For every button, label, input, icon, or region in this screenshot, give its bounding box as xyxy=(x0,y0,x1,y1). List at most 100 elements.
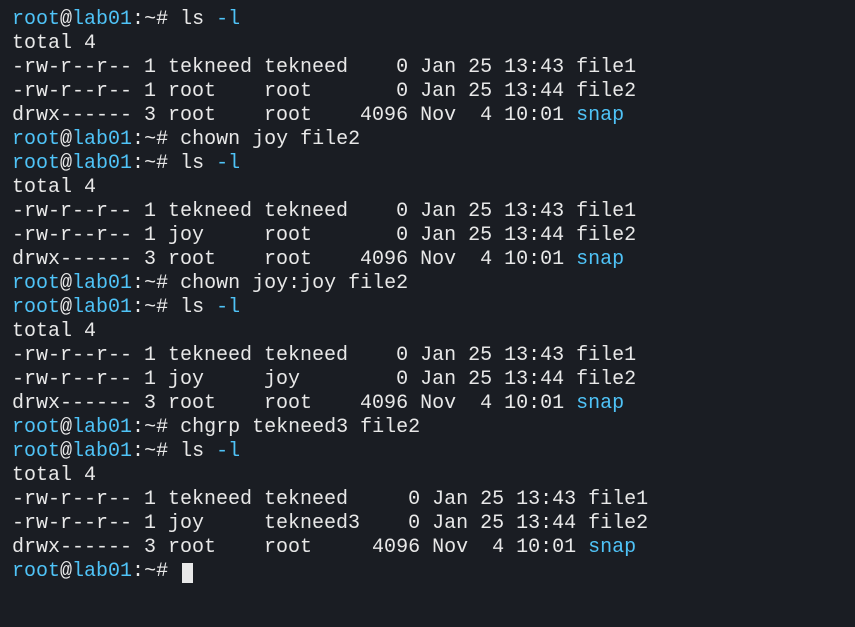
cmd-name: chown xyxy=(180,128,240,151)
prompt-sep: : xyxy=(132,440,144,463)
prompt-path: ~ xyxy=(144,152,156,175)
prompt-user: root xyxy=(12,272,60,295)
prompt-user: root xyxy=(12,440,60,463)
command-line: root@lab01:~# chown joy:joy file2 xyxy=(12,272,843,296)
prompt-at: @ xyxy=(60,128,72,151)
prompt-at: @ xyxy=(60,440,72,463)
file-name-dir: snap xyxy=(576,392,624,415)
file-name: file2 xyxy=(576,368,636,391)
cmd-name: ls xyxy=(180,8,204,31)
prompt-sep: : xyxy=(132,8,144,31)
cmd-args: tekneed3 file2 xyxy=(252,416,420,439)
prompt-symbol: # xyxy=(156,560,168,583)
prompt-sep: : xyxy=(132,272,144,295)
prompt-symbol: # xyxy=(156,416,168,439)
prompt-path: ~ xyxy=(144,128,156,151)
file-name-dir: snap xyxy=(576,104,624,127)
prompt-at: @ xyxy=(60,560,72,583)
total-line: total 4 xyxy=(12,32,843,56)
prompt-host: lab01 xyxy=(72,128,132,151)
cmd-arg-flag: -l xyxy=(216,296,240,319)
prompt-user: root xyxy=(12,128,60,151)
prompt-sep: : xyxy=(132,560,144,583)
cmd-name: chgrp xyxy=(180,416,240,439)
prompt-path: ~ xyxy=(144,296,156,319)
table-row: -rw-r--r-- 1 root root 0 Jan 25 13:44 fi… xyxy=(12,80,843,104)
cmd-name: chown xyxy=(180,272,240,295)
prompt-symbol: # xyxy=(156,272,168,295)
command-line: root@lab01:~# ls -l xyxy=(12,440,843,464)
file-name: file1 xyxy=(576,200,636,223)
prompt-symbol: # xyxy=(156,440,168,463)
total-line: total 4 xyxy=(12,176,843,200)
prompt-host: lab01 xyxy=(72,560,132,583)
file-name-dir: snap xyxy=(576,248,624,271)
file-name: file2 xyxy=(576,224,636,247)
prompt-path: ~ xyxy=(144,560,156,583)
prompt-path: ~ xyxy=(144,272,156,295)
prompt-user: root xyxy=(12,8,60,31)
prompt-path: ~ xyxy=(144,416,156,439)
terminal[interactable]: root@lab01:~# ls -ltotal 4-rw-r--r-- 1 t… xyxy=(12,8,843,584)
prompt-host: lab01 xyxy=(72,152,132,175)
cmd-name: ls xyxy=(180,296,204,319)
file-name: file1 xyxy=(588,488,648,511)
prompt-host: lab01 xyxy=(72,416,132,439)
cmd-arg-flag: -l xyxy=(216,8,240,31)
prompt-at: @ xyxy=(60,296,72,319)
table-row: drwx------ 3 root root 4096 Nov 4 10:01 … xyxy=(12,104,843,128)
prompt-path: ~ xyxy=(144,8,156,31)
prompt-symbol: # xyxy=(156,8,168,31)
prompt-at: @ xyxy=(60,416,72,439)
table-row: drwx------ 3 root root 4096 Nov 4 10:01 … xyxy=(12,248,843,272)
cursor-icon xyxy=(182,563,193,583)
prompt-user: root xyxy=(12,560,60,583)
cmd-name: ls xyxy=(180,440,204,463)
prompt-host: lab01 xyxy=(72,8,132,31)
command-line: root@lab01:~# ls -l xyxy=(12,8,843,32)
prompt-symbol: # xyxy=(156,128,168,151)
file-name: file1 xyxy=(576,56,636,79)
prompt-host: lab01 xyxy=(72,296,132,319)
prompt-path: ~ xyxy=(144,440,156,463)
table-row: -rw-r--r-- 1 joy joy 0 Jan 25 13:44 file… xyxy=(12,368,843,392)
cmd-name: ls xyxy=(180,152,204,175)
command-line-active[interactable]: root@lab01:~# xyxy=(12,560,843,584)
total-line: total 4 xyxy=(12,320,843,344)
table-row: -rw-r--r-- 1 tekneed tekneed 0 Jan 25 13… xyxy=(12,344,843,368)
command-line: root@lab01:~# ls -l xyxy=(12,296,843,320)
file-name: file2 xyxy=(588,512,648,535)
command-line: root@lab01:~# chgrp tekneed3 file2 xyxy=(12,416,843,440)
cmd-args: joy file2 xyxy=(252,128,360,151)
table-row: -rw-r--r-- 1 joy tekneed3 0 Jan 25 13:44… xyxy=(12,512,843,536)
table-row: -rw-r--r-- 1 tekneed tekneed 0 Jan 25 13… xyxy=(12,200,843,224)
prompt-at: @ xyxy=(60,8,72,31)
prompt-sep: : xyxy=(132,152,144,175)
prompt-user: root xyxy=(12,152,60,175)
prompt-sep: : xyxy=(132,416,144,439)
prompt-sep: : xyxy=(132,296,144,319)
cmd-args: joy:joy file2 xyxy=(252,272,408,295)
table-row: -rw-r--r-- 1 joy root 0 Jan 25 13:44 fil… xyxy=(12,224,843,248)
cmd-arg-flag: -l xyxy=(216,440,240,463)
total-line: total 4 xyxy=(12,464,843,488)
table-row: drwx------ 3 root root 4096 Nov 4 10:01 … xyxy=(12,392,843,416)
table-row: -rw-r--r-- 1 tekneed tekneed 0 Jan 25 13… xyxy=(12,56,843,80)
prompt-user: root xyxy=(12,416,60,439)
command-line: root@lab01:~# chown joy file2 xyxy=(12,128,843,152)
prompt-at: @ xyxy=(60,152,72,175)
command-line: root@lab01:~# ls -l xyxy=(12,152,843,176)
file-name: file1 xyxy=(576,344,636,367)
prompt-host: lab01 xyxy=(72,440,132,463)
table-row: -rw-r--r-- 1 tekneed tekneed 0 Jan 25 13… xyxy=(12,488,843,512)
prompt-symbol: # xyxy=(156,296,168,319)
prompt-user: root xyxy=(12,296,60,319)
cmd-arg-flag: -l xyxy=(216,152,240,175)
prompt-at: @ xyxy=(60,272,72,295)
file-name: file2 xyxy=(576,80,636,103)
table-row: drwx------ 3 root root 4096 Nov 4 10:01 … xyxy=(12,536,843,560)
prompt-host: lab01 xyxy=(72,272,132,295)
prompt-symbol: # xyxy=(156,152,168,175)
prompt-sep: : xyxy=(132,128,144,151)
file-name-dir: snap xyxy=(588,536,636,559)
